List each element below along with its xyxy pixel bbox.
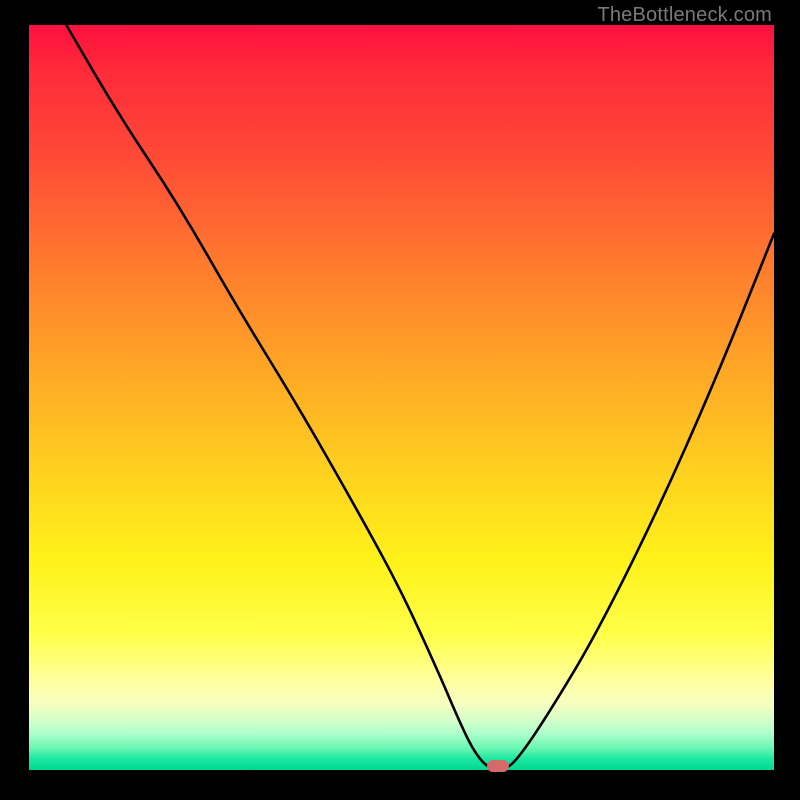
watermark-text: TheBottleneck.com xyxy=(597,4,772,27)
plot-area xyxy=(29,25,774,770)
bottleneck-curve xyxy=(29,25,774,770)
minimum-marker xyxy=(487,760,509,772)
chart-frame: TheBottleneck.com xyxy=(0,0,800,800)
